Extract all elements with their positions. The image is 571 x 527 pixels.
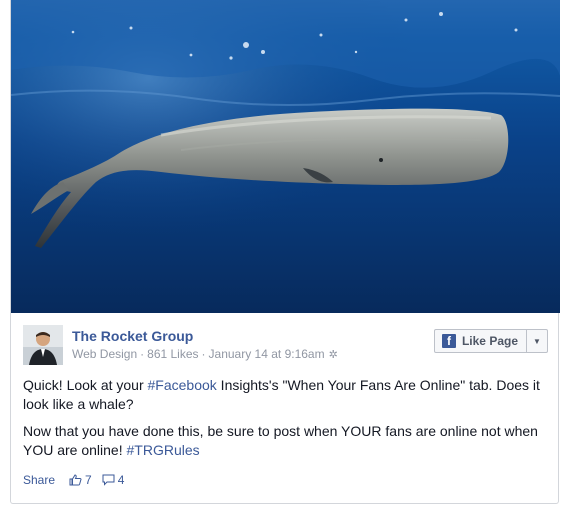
page-likes-count[interactable]: 861 Likes <box>147 347 198 361</box>
post-paragraph-1: Quick! Look at your #Facebook Insights's… <box>23 376 550 414</box>
facebook-f-icon: f <box>441 334 456 348</box>
like-count: 7 <box>85 473 92 487</box>
profile-photo-icon <box>23 325 63 365</box>
post-text: Now that you have done this, be sure to … <box>23 423 538 458</box>
post-footer: Share 7 4 <box>23 472 134 488</box>
post-meta: Web Design · 861 Likes · January 14 at 9:16a… <box>72 347 338 361</box>
comment-count-link[interactable]: 4 <box>102 473 125 487</box>
post-card: The Rocket Group Web Design · 861 Likes · Ja… <box>10 0 560 504</box>
like-page-label: Like Page <box>461 334 518 348</box>
post-timestamp[interactable]: January 14 at 9:16am <box>209 347 325 361</box>
thumbs-up-icon <box>69 474 82 486</box>
post-header: The Rocket Group Web Design · 861 Likes · Ja… <box>23 325 548 369</box>
hashtag-link-facebook[interactable]: #Facebook <box>148 377 217 393</box>
post-text: Quick! Look at your <box>23 377 148 393</box>
post-body: Quick! Look at your #Facebook Insights's… <box>23 376 550 468</box>
page-name-link[interactable]: The Rocket Group <box>72 328 193 344</box>
whale-photo-illustration <box>11 0 560 313</box>
meta-separator: · <box>140 347 145 361</box>
meta-separator: · <box>201 347 206 361</box>
hashtag-link-trgrules[interactable]: #TRGRules <box>127 442 200 458</box>
like-count-link[interactable]: 7 <box>69 473 92 487</box>
gear-icon[interactable]: ✲ <box>329 348 338 361</box>
like-page-button[interactable]: f Like Page ▼ <box>433 329 548 353</box>
page-category: Web Design <box>72 347 138 361</box>
share-link[interactable]: Share <box>23 473 55 487</box>
chevron-down-icon[interactable]: ▼ <box>526 330 547 352</box>
post-photo[interactable] <box>11 0 560 313</box>
page-avatar[interactable] <box>23 325 63 365</box>
comment-bubble-icon <box>102 474 115 486</box>
post-paragraph-2: Now that you have done this, be sure to … <box>23 422 550 460</box>
like-page-main[interactable]: f Like Page <box>435 330 526 352</box>
comment-count: 4 <box>117 473 125 487</box>
